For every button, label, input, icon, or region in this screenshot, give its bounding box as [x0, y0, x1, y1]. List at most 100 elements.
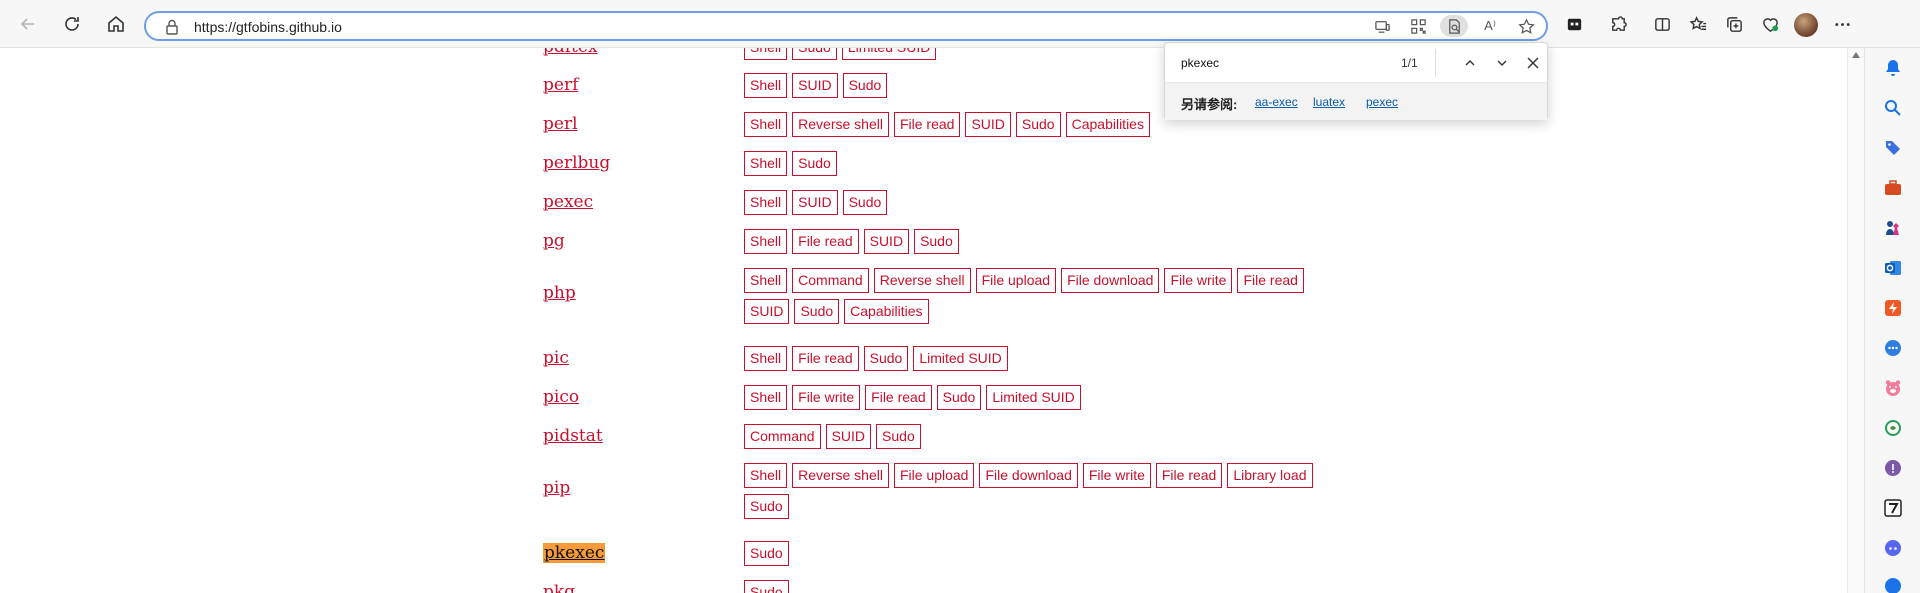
function-tag[interactable]: Shell: [744, 73, 788, 98]
binary-link[interactable]: php: [543, 283, 576, 303]
browser-essentials-icon[interactable]: [1756, 10, 1784, 38]
refresh-button[interactable]: [58, 10, 86, 38]
home-button[interactable]: [102, 10, 130, 38]
binary-link[interactable]: perf: [543, 75, 578, 95]
qr-code-icon[interactable]: [1404, 15, 1432, 37]
function-tag[interactable]: Limited SUID: [841, 48, 937, 60]
find-next-button[interactable]: [1490, 51, 1514, 75]
function-tag[interactable]: Sudo: [744, 580, 789, 593]
function-tag[interactable]: File write: [1082, 463, 1151, 488]
function-tag[interactable]: File upload: [893, 463, 975, 488]
function-tag[interactable]: Shell: [744, 229, 788, 254]
games-chess-icon[interactable]: [1881, 216, 1905, 240]
function-tag[interactable]: File read: [792, 229, 859, 254]
see-also-link[interactable]: aa-exec: [1255, 95, 1298, 109]
app-green-icon[interactable]: [1881, 416, 1905, 440]
function-tag[interactable]: File read: [865, 385, 932, 410]
function-tag[interactable]: File download: [1061, 268, 1160, 293]
function-tag[interactable]: SUID: [792, 190, 838, 215]
see-also-link[interactable]: pexec: [1366, 95, 1398, 109]
function-tag[interactable]: File read: [893, 112, 961, 137]
lock-icon[interactable]: [163, 18, 181, 36]
shopping-tag-icon[interactable]: [1881, 136, 1905, 160]
binary-link[interactable]: pkg: [543, 582, 575, 593]
function-tag[interactable]: SUID: [825, 424, 872, 449]
function-tag[interactable]: Limited SUID: [986, 385, 1081, 410]
binary-link[interactable]: pip: [543, 478, 570, 498]
chat-bubble-icon[interactable]: [1881, 336, 1905, 360]
scroll-up-icon[interactable]: [1852, 52, 1860, 58]
function-tag[interactable]: Command: [792, 268, 869, 293]
function-tag[interactable]: Shell: [744, 48, 788, 60]
function-tag[interactable]: Shell: [744, 190, 788, 215]
binary-link[interactable]: perl: [543, 114, 578, 134]
find-on-page-icon[interactable]: [1440, 15, 1468, 37]
function-tag[interactable]: Command: [744, 424, 821, 449]
function-tag[interactable]: SUID: [792, 73, 838, 98]
binary-link[interactable]: pg: [543, 231, 565, 251]
function-tag[interactable]: File write: [792, 385, 861, 410]
function-tag[interactable]: SUID: [965, 112, 1011, 137]
binary-link[interactable]: pidstat: [543, 426, 603, 446]
find-previous-button[interactable]: [1458, 51, 1482, 75]
function-tag[interactable]: Shell: [744, 385, 788, 410]
function-tag[interactable]: Sudo: [936, 385, 982, 410]
back-button[interactable]: [14, 10, 42, 38]
app-orange-icon[interactable]: [1881, 296, 1905, 320]
function-tag[interactable]: File read: [1237, 268, 1304, 293]
binary-link[interactable]: pkexec: [543, 543, 606, 563]
split-screen-icon[interactable]: [1560, 10, 1588, 38]
function-tag[interactable]: SUID: [744, 299, 790, 324]
function-tag[interactable]: File download: [979, 463, 1078, 488]
pig-face-icon[interactable]: [1881, 376, 1905, 400]
function-tag[interactable]: Shell: [744, 268, 788, 293]
function-tag[interactable]: Sudo: [794, 299, 840, 324]
function-tag[interactable]: File read: [1155, 463, 1223, 488]
vertical-scrollbar[interactable]: [1847, 48, 1864, 593]
see-also-link[interactable]: luatex: [1313, 95, 1345, 109]
app-blue-icon[interactable]: [1881, 572, 1905, 593]
find-input[interactable]: pkexec: [1181, 56, 1219, 70]
function-tag[interactable]: Capabilities: [1065, 112, 1150, 137]
function-tag[interactable]: Shell: [744, 151, 788, 176]
favorite-star-icon[interactable]: [1512, 15, 1540, 37]
outlook-icon[interactable]: [1881, 256, 1905, 280]
function-tag[interactable]: Limited SUID: [913, 346, 1008, 371]
split-window-icon[interactable]: [1648, 10, 1676, 38]
number-seven-icon[interactable]: [1881, 496, 1905, 520]
tools-briefcase-icon[interactable]: [1881, 176, 1905, 200]
function-tag[interactable]: Sudo: [792, 151, 837, 176]
function-tag[interactable]: Sudo: [744, 541, 789, 566]
address-bar[interactable]: https://gtfobins.github.io A⁾: [144, 11, 1548, 41]
function-tag[interactable]: Sudo: [863, 346, 909, 371]
function-tag[interactable]: SUID: [863, 229, 910, 254]
function-tag[interactable]: Reverse shell: [792, 112, 889, 137]
notifications-bell-icon[interactable]: [1881, 56, 1905, 80]
function-tag[interactable]: Shell: [744, 112, 788, 137]
extensions-icon[interactable]: [1604, 10, 1632, 38]
app-purple-icon[interactable]: [1881, 456, 1905, 480]
function-tag[interactable]: Sudo: [792, 48, 837, 60]
device-icon[interactable]: [1368, 15, 1396, 37]
read-aloud-icon[interactable]: A⁾: [1476, 15, 1504, 37]
find-close-button[interactable]: [1521, 51, 1545, 75]
function-tag[interactable]: Sudo: [842, 73, 888, 98]
collections-icon[interactable]: [1720, 10, 1748, 38]
function-tag[interactable]: Sudo: [914, 229, 959, 254]
profile-avatar[interactable]: [1792, 10, 1820, 38]
favorites-icon[interactable]: [1684, 10, 1712, 38]
function-tag[interactable]: Shell: [744, 463, 788, 488]
function-tag[interactable]: Sudo: [842, 190, 888, 215]
search-icon[interactable]: [1881, 96, 1905, 120]
function-tag[interactable]: Reverse shell: [792, 463, 889, 488]
function-tag[interactable]: File upload: [975, 268, 1057, 293]
function-tag[interactable]: File write: [1164, 268, 1233, 293]
function-tag[interactable]: File read: [792, 346, 859, 371]
function-tag[interactable]: Sudo: [744, 494, 789, 519]
more-options-icon[interactable]: [1828, 10, 1856, 38]
discord-icon[interactable]: [1881, 536, 1905, 560]
function-tag[interactable]: Sudo: [876, 424, 921, 449]
function-tag[interactable]: Library load: [1227, 463, 1313, 488]
binary-link[interactable]: pdftex: [543, 48, 598, 57]
function-tag[interactable]: Sudo: [1015, 112, 1061, 137]
